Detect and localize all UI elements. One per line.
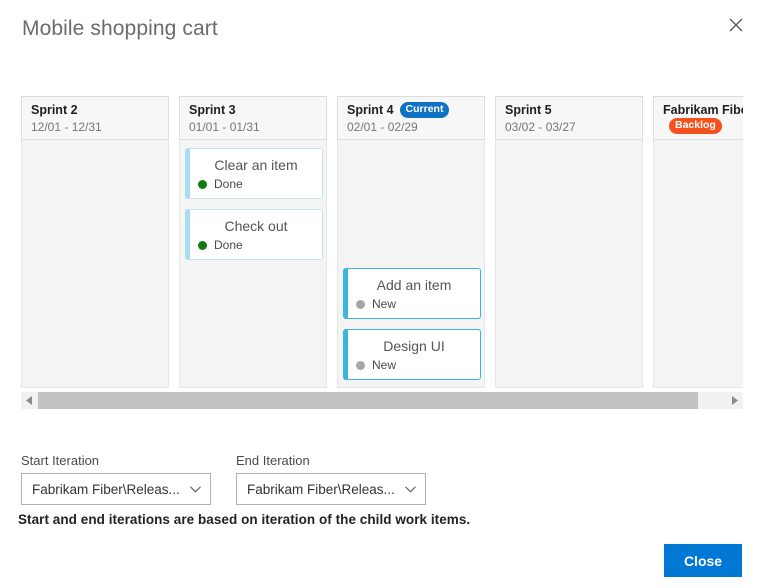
chevron-down-icon [188, 485, 202, 493]
column-body[interactable]: Add an item New Design UI New [337, 140, 485, 388]
close-icon[interactable] [721, 10, 751, 40]
column-header[interactable]: Sprint 4 Current 02/01 - 02/29 [337, 96, 485, 140]
state-dot-icon [198, 179, 207, 189]
work-item-state-label: Done [214, 177, 243, 191]
column-name: Sprint 2 [31, 103, 78, 117]
work-item-state: Done [198, 177, 314, 191]
column-date-range: 12/01 - 12/31 [31, 120, 102, 134]
chevron-down-icon [403, 485, 417, 493]
work-item-card[interactable]: Clear an item Done [185, 148, 323, 199]
page-title: Mobile shopping cart [22, 17, 218, 40]
end-iteration-value: Fabrikam Fiber\Releas... [247, 481, 395, 497]
start-iteration-group: Start Iteration Fabrikam Fiber\Releas... [21, 452, 211, 505]
column-header-title-row: Fabrikam FiberBacklog [663, 102, 743, 134]
column-name: Sprint 5 [505, 103, 552, 117]
column-header[interactable]: Fabrikam FiberBacklog [653, 96, 743, 140]
work-item-title: Add an item [376, 277, 452, 293]
work-item-title: Check out [224, 218, 288, 234]
scrollbar-thumb[interactable] [38, 392, 699, 409]
column-header[interactable]: Sprint 3 01/01 - 01/31 [179, 96, 327, 140]
column-date-range: 03/02 - 03/27 [505, 120, 576, 134]
board-column: Sprint 4 Current 02/01 - 02/29 Add an item N… [337, 96, 485, 388]
work-item-card[interactable]: Add an item New [343, 268, 481, 319]
column-body[interactable] [653, 140, 743, 388]
work-item-state: New [356, 297, 472, 311]
state-dot-icon [356, 299, 365, 309]
status-badge: Backlog [669, 118, 722, 134]
start-iteration-select[interactable]: Fabrikam Fiber\Releas... [21, 473, 211, 505]
column-header-title-row: Sprint 3 [189, 102, 317, 118]
scrollbar-track[interactable] [38, 392, 726, 409]
work-item-state: New [356, 358, 472, 372]
work-item-state: Done [198, 238, 314, 252]
work-item-state-label: New [372, 358, 397, 372]
board-column: Fabrikam FiberBacklog [653, 96, 743, 388]
column-name: Sprint 3 [189, 103, 236, 117]
board-column: Sprint 5 03/02 - 03/27 [495, 96, 643, 388]
end-iteration-select[interactable]: Fabrikam Fiber\Releas... [236, 473, 426, 505]
iteration-board: Sprint 2 12/01 - 12/31 Sprint 3 01/01 - 01/… [21, 96, 743, 388]
column-name: Fabrikam Fiber [663, 103, 743, 117]
column-header[interactable]: Sprint 2 12/01 - 12/31 [21, 96, 169, 140]
column-header-title-row: Sprint 4 Current [347, 102, 475, 118]
work-item-state-label: New [372, 297, 397, 311]
status-badge: Current [399, 102, 450, 118]
board-column: Sprint 2 12/01 - 12/31 [21, 96, 169, 388]
end-iteration-label: End Iteration [236, 453, 310, 468]
column-body[interactable] [495, 140, 643, 388]
board-horizontal-scrollbar[interactable] [21, 392, 743, 409]
work-item-title: Clear an item [214, 157, 298, 173]
close-button[interactable]: Close [664, 544, 742, 577]
board-columns: Sprint 2 12/01 - 12/31 Sprint 3 01/01 - 01/… [21, 96, 743, 388]
work-item-title: Design UI [383, 338, 445, 354]
column-header[interactable]: Sprint 5 03/02 - 03/27 [495, 96, 643, 140]
iteration-pickers: Start Iteration Fabrikam Fiber\Releas...… [21, 452, 743, 505]
start-iteration-label: Start Iteration [21, 453, 100, 468]
column-body[interactable]: Clear an item Done Check out Done [179, 140, 327, 388]
dialog-footer: Close [0, 544, 763, 588]
column-header-title-row: Sprint 2 [31, 102, 159, 118]
column-header-title-row: Sprint 5 [505, 102, 633, 118]
state-dot-icon [198, 240, 207, 250]
dialog-header: Mobile shopping cart [0, 0, 763, 62]
start-iteration-value: Fabrikam Fiber\Releas... [32, 481, 180, 497]
work-item-card[interactable]: Design UI New [343, 329, 481, 380]
column-name: Sprint 4 [347, 103, 394, 117]
board-column: Sprint 3 01/01 - 01/31 Clear an item Done Ch… [179, 96, 327, 388]
column-body[interactable] [21, 140, 169, 388]
work-item-state-label: Done [214, 238, 243, 252]
iterations-footnote: Start and end iterations are based on it… [18, 512, 471, 527]
card-spacer [343, 148, 479, 268]
column-date-range: 01/01 - 01/31 [189, 120, 260, 134]
column-date-range: 02/01 - 02/29 [347, 120, 418, 134]
state-dot-icon [356, 360, 365, 370]
end-iteration-group: End Iteration Fabrikam Fiber\Releas... [236, 452, 426, 505]
chevron-right-icon[interactable] [726, 392, 743, 409]
chevron-left-icon[interactable] [21, 392, 38, 409]
work-item-card[interactable]: Check out Done [185, 209, 323, 260]
